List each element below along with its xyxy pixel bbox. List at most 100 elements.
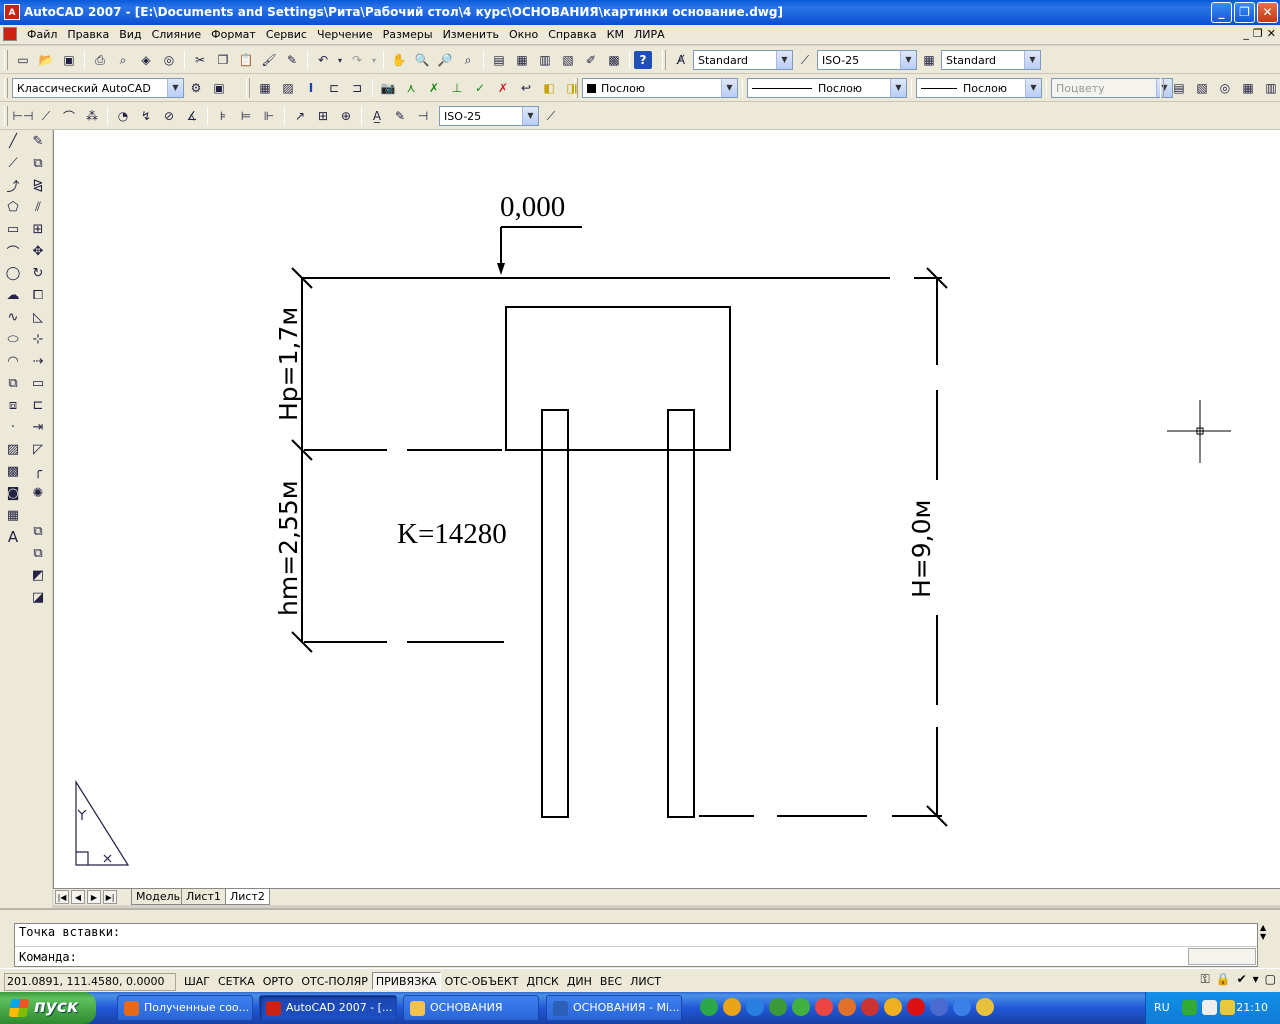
mail-icon[interactable]: [815, 998, 833, 1016]
table-icon[interactable]: ▦: [2, 504, 24, 526]
markup-icon[interactable]: ✐: [580, 49, 602, 71]
cut-icon[interactable]: ✂: [189, 49, 211, 71]
dim-diameter-icon[interactable]: ⊘: [158, 105, 180, 127]
rectangle-icon[interactable]: ▭: [2, 218, 24, 240]
gradient-icon[interactable]: ▩: [2, 460, 24, 482]
layer-properties-icon[interactable]: ▤: [1168, 77, 1190, 99]
status-toggle-button[interactable]: ПРИВЯЗКА: [371, 972, 441, 990]
firefox-icon[interactable]: [838, 998, 856, 1016]
status-toggle-button[interactable]: ДПСК: [522, 972, 562, 990]
polygon-icon[interactable]: ⬠: [2, 196, 24, 218]
menu-item[interactable]: Изменить: [438, 25, 504, 44]
layer-extra2-icon[interactable]: ▥: [1260, 77, 1280, 99]
menu-item[interactable]: Файл: [22, 25, 62, 44]
taskbar-button[interactable]: Полученные соо...: [117, 995, 253, 1021]
command-hscrollbar[interactable]: [1188, 948, 1256, 965]
chevron-down-icon[interactable]: ▼: [167, 79, 183, 97]
workspace-settings-icon[interactable]: ⚙: [185, 77, 207, 99]
draw-order-above-icon[interactable]: ◩: [27, 564, 49, 586]
arc-icon[interactable]: ⌒: [2, 240, 24, 262]
stretch-icon[interactable]: ◺: [27, 306, 49, 328]
break-at-point-icon[interactable]: ▭: [27, 372, 49, 394]
layer-manager-icon[interactable]: ◧: [538, 77, 560, 99]
erase-icon[interactable]: ✎: [27, 130, 49, 152]
dim-edit-icon[interactable]: A̲: [366, 105, 388, 127]
doc-minimize-button[interactable]: _: [1243, 27, 1249, 40]
zoom-window-icon[interactable]: 🔎: [434, 49, 456, 71]
tab-prev-icon[interactable]: ◀: [71, 890, 85, 904]
doc-restore-button[interactable]: ❐: [1253, 27, 1263, 40]
status-menu-icon[interactable]: ▾: [1253, 972, 1259, 987]
player-icon[interactable]: [976, 998, 994, 1016]
status-toggle-button[interactable]: ЛИСТ: [626, 972, 665, 990]
status-toggle-button[interactable]: ШАГ: [180, 972, 214, 990]
coordinates-readout[interactable]: 201.0891, 111.4580, 0.0000: [4, 973, 176, 991]
offset-icon[interactable]: ⫽: [27, 196, 49, 218]
dim-arc-icon[interactable]: ⌒: [58, 105, 80, 127]
chevron-down-icon[interactable]: ▼: [721, 79, 737, 97]
dim-jogged-icon[interactable]: ↯: [135, 105, 157, 127]
status-toggle-button[interactable]: ОРТО: [259, 972, 298, 990]
dim-style-manager-icon[interactable]: ⟋: [540, 105, 562, 127]
camera-icon[interactable]: 📷: [377, 77, 399, 99]
menu-item[interactable]: Правка: [62, 25, 114, 44]
menu-item[interactable]: Сервис: [261, 25, 312, 44]
network-icon[interactable]: [1182, 1000, 1197, 1015]
chevron-down-icon[interactable]: ▼: [900, 51, 916, 69]
scale-icon[interactable]: ⧠: [27, 284, 49, 306]
scroll-down-icon[interactable]: ▼: [1260, 932, 1276, 941]
layer-extra-icon[interactable]: ▦: [1237, 77, 1259, 99]
snap-clear-icon[interactable]: ✗: [492, 77, 514, 99]
ie-icon[interactable]: [746, 998, 764, 1016]
block-editor-icon[interactable]: ✎: [281, 49, 303, 71]
join-icon[interactable]: ⇥: [27, 416, 49, 438]
tab-layout1[interactable]: Лист1: [181, 889, 226, 905]
dim-radius-icon[interactable]: ◔: [112, 105, 134, 127]
ellipse-arc-icon[interactable]: ◠: [2, 350, 24, 372]
match-properties-icon[interactable]: 🖌: [258, 49, 280, 71]
tab-layout2[interactable]: Лист2: [225, 889, 270, 905]
menu-item[interactable]: Вид: [114, 25, 146, 44]
winamp-icon[interactable]: [930, 998, 948, 1016]
command-prompt[interactable]: Команда:: [19, 950, 77, 964]
tab-first-icon[interactable]: |◀: [55, 890, 69, 904]
pan-icon[interactable]: ✋: [388, 49, 410, 71]
trim-icon[interactable]: ⊹: [27, 328, 49, 350]
tab-next-icon[interactable]: ▶: [87, 890, 101, 904]
command-scrollbar[interactable]: ▲ ▼: [1260, 923, 1276, 945]
chevron-down-icon[interactable]: ▼: [1025, 79, 1041, 97]
revision-cloud-icon[interactable]: ☁: [2, 284, 24, 306]
center-mark-icon[interactable]: ⊕: [335, 105, 357, 127]
paste-icon[interactable]: 📋: [235, 49, 257, 71]
media-icon[interactable]: [861, 998, 879, 1016]
new-file-icon[interactable]: ▭: [12, 49, 34, 71]
workspace-save-icon[interactable]: ▣: [208, 77, 230, 99]
chevron-down-icon[interactable]: ▼: [776, 51, 792, 69]
array-icon[interactable]: ⊞: [27, 218, 49, 240]
clean-screen-icon[interactable]: ▢: [1265, 972, 1276, 987]
tools-icon[interactable]: [723, 998, 741, 1016]
dim-text-edit-icon[interactable]: ✎: [389, 105, 411, 127]
region-icon[interactable]: ◙: [2, 482, 24, 504]
menu-item[interactable]: Размеры: [378, 25, 438, 44]
drawing-svg[interactable]: 0,000 K=14280 Hp=1,7м hm=2,55м H=9,0м: [54, 130, 1280, 888]
dim-style-select[interactable]: ISO-25 ▼: [817, 50, 917, 70]
explode-icon[interactable]: ✺: [27, 482, 49, 504]
return-icon[interactable]: ↩: [515, 77, 537, 99]
draw-order-under-icon[interactable]: ◪: [27, 586, 49, 608]
menu-item[interactable]: КМ: [602, 25, 629, 44]
lock-icon[interactable]: 🔒: [1216, 972, 1231, 987]
zoom-realtime-icon[interactable]: 🔍: [411, 49, 433, 71]
move-icon[interactable]: ✥: [27, 240, 49, 262]
spline-icon[interactable]: ∿: [2, 306, 24, 328]
text-style-icon[interactable]: A̸: [670, 49, 692, 71]
undo-dropdown-icon[interactable]: ▾: [335, 49, 345, 71]
dim-style-select-2[interactable]: ISO-25 ▼: [439, 106, 539, 126]
save-icon[interactable]: ▣: [58, 49, 80, 71]
taskbar-button[interactable]: ОСНОВАНИЯ: [403, 995, 539, 1021]
rotate-icon[interactable]: ↻: [27, 262, 49, 284]
dim-baseline-icon[interactable]: ⊨: [235, 105, 257, 127]
status-toggle-button[interactable]: ОТС-ОБЪЕКТ: [441, 972, 523, 990]
document-icon[interactable]: [3, 27, 17, 41]
sheet-set-icon[interactable]: ▧: [557, 49, 579, 71]
